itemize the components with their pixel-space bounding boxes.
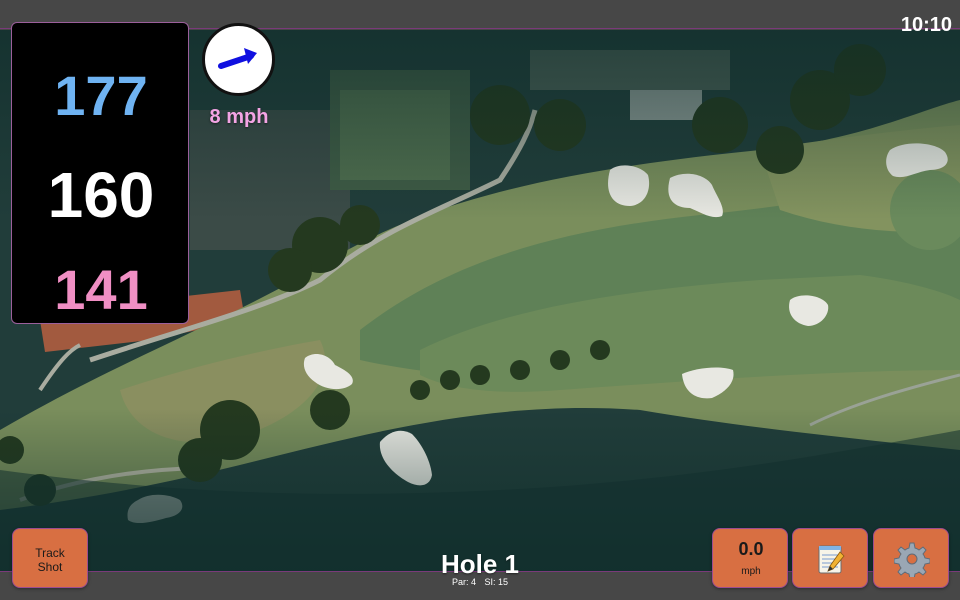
speed-button[interactable]: 0.0 mph [712, 528, 788, 588]
track-shot-label-line1: Track [35, 546, 65, 560]
hole-details: Par: 4 SI: 15 [380, 577, 580, 587]
settings-button[interactable] [873, 528, 949, 588]
distance-panel: 177 160 141 [11, 22, 189, 324]
speed-unit: mph [741, 566, 761, 577]
stroke-index-label: SI: 15 [484, 577, 509, 587]
front-distance: 141 [54, 258, 148, 321]
wind-dial [202, 23, 275, 96]
wind-speed-label: 8 mph [209, 106, 269, 128]
arrow-right-icon [218, 48, 257, 69]
hole-title: Hole 1 [440, 549, 520, 579]
golf-gps-screen: 10:10 177 160 141 8 mph Track Shot Hole … [0, 0, 960, 600]
notepad-icon [818, 545, 845, 574]
track-shot-label-line2: Shot [37, 560, 63, 574]
notes-button[interactable] [792, 528, 868, 588]
par-label: Par: 4 [451, 577, 476, 587]
gear-icon [894, 542, 930, 577]
middle-distance: 160 [47, 159, 155, 231]
clock: 10:10 [900, 14, 952, 36]
track-shot-button[interactable]: Track Shot [12, 528, 88, 588]
back-distance: 177 [54, 64, 148, 127]
speed-value: 0.0 [738, 539, 764, 559]
